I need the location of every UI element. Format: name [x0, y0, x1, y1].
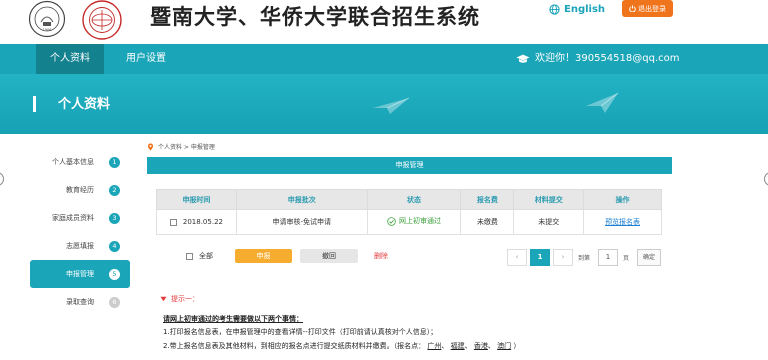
status-text: 网上初审通过: [399, 217, 441, 226]
graduation-cap-icon: [516, 54, 530, 63]
sidebar-item-label: 志愿填报: [66, 242, 94, 250]
current-page-button[interactable]: 1: [530, 249, 550, 266]
table-header-row: 申报时间 申报批次 状态 报名费 材料提交 操作: [156, 189, 662, 210]
column-header: 申报批次: [235, 189, 368, 210]
row-checkbox[interactable]: [169, 218, 177, 226]
step-number-badge: 3: [109, 213, 120, 224]
location-pin-icon: [147, 142, 154, 151]
step-number-badge: 5: [109, 269, 120, 280]
select-all-label: 全部: [199, 252, 213, 260]
select-all[interactable]: 全部: [186, 251, 213, 261]
breadcrumb: 个人资料 > 申报管理: [147, 142, 215, 151]
site-title: 暨南大学、华侨大学联合招生系统: [150, 5, 480, 29]
language-label: English: [564, 4, 606, 15]
column-header: 报名费: [460, 189, 515, 210]
right-edge-marker: [764, 172, 768, 186]
sidebar-item-label: 教育经历: [66, 186, 94, 194]
table-row: 2018.05.22 申请审核-免试申请 网上初审通过 未缴费 未提交 预览报名: [156, 209, 662, 235]
step-number-badge: 4: [109, 241, 120, 252]
goto-confirm-button[interactable]: 确定: [637, 249, 661, 266]
sidebar-item-label: 家庭成员资料: [52, 214, 94, 222]
cell-fee: 未缴费: [460, 209, 515, 235]
welcome-text: 欢迎你！390554518@qq.com: [535, 53, 680, 64]
sidebar-item-education[interactable]: 教育经历 2: [30, 176, 130, 204]
sidebar-item-basic-info[interactable]: 个人基本信息 1: [30, 148, 130, 176]
column-header: 材料提交: [513, 189, 585, 210]
tip-line-1: 1.打印报名信息表，在申报管理中的查看详情--打印文件（打印前请认真核对个人信息…: [163, 328, 438, 336]
select-all-checkbox[interactable]: [186, 252, 193, 260]
logout-button[interactable]: 退出登录: [622, 0, 673, 17]
sidebar-item-label: 申报管理: [66, 270, 94, 278]
apply-button[interactable]: 申报: [235, 249, 292, 263]
step-number-badge: 6: [109, 297, 120, 308]
main-nav: 个人资料 用户设置 欢迎你！390554518@qq.com: [0, 44, 768, 74]
tip-line-2: 2.带上报名信息表及其他材料，到相应的报名点进行提交纸质材料并缴费。（报名点： …: [163, 342, 521, 350]
sidebar-item-admission-query[interactable]: 录取查询 6: [30, 288, 130, 316]
header: 1906 暨南大学、华侨大学联合招生系统 English 退出登录: [0, 0, 768, 44]
sidebar-item-label: 录取查询: [66, 298, 94, 306]
cell-material: 未提交: [513, 209, 585, 235]
column-header: 操作: [583, 189, 662, 210]
cell-action: 预览报名表: [583, 209, 662, 235]
preview-form-link[interactable]: 预览报名表: [605, 218, 640, 226]
location-macau: 澳门: [497, 342, 512, 350]
tip-heading: 提示一：: [160, 294, 199, 304]
next-page-button[interactable]: ›: [553, 249, 573, 266]
paper-plane-icon: [373, 97, 410, 114]
delete-button[interactable]: 删除: [374, 251, 388, 261]
cell-status: 网上初审通过: [366, 209, 462, 235]
jinan-university-logo: 1906: [28, 0, 66, 38]
tip-title: 请网上初审通过的考生需要做以下两个事情：: [163, 315, 303, 323]
cell-date: 2018.05.22: [156, 209, 237, 235]
page-number-input[interactable]: 1: [598, 249, 618, 266]
tip-line-2-prefix: 2.带上报名信息表及其他材料，到相应的报名点进行提交纸质材料并缴费。（报名点：: [163, 342, 426, 350]
location-hongkong: 香港: [473, 342, 488, 350]
step-number-badge: 1: [109, 157, 120, 168]
svg-text:1906: 1906: [43, 28, 52, 32]
sidebar: 个人基本信息 1 教育经历 2 家庭成员资料 3 志愿填报 4 申报管理 5 录…: [30, 148, 130, 316]
triangle-down-icon: [160, 296, 167, 302]
cell-batch: 申请审核-免试申请: [235, 209, 368, 235]
column-header: 状态: [366, 189, 462, 210]
banner-accent-bar: [33, 96, 36, 112]
location-guangzhou: 广州: [427, 342, 442, 350]
page: 1906 暨南大学、华侨大学联合招生系统 English 退出登录 个人资料 用…: [0, 0, 768, 360]
left-edge-marker: [0, 172, 4, 186]
sidebar-item-label: 个人基本信息: [52, 158, 94, 166]
step-number-badge: 2: [109, 185, 120, 196]
power-icon: [629, 5, 636, 12]
globe-icon: [549, 4, 560, 15]
breadcrumb-text: 个人资料 > 申报管理: [158, 144, 215, 151]
column-header: 申报时间: [156, 189, 237, 210]
withdraw-button[interactable]: 撤回: [300, 249, 358, 263]
date-text: 2018.05.22: [182, 218, 223, 226]
sidebar-item-application-choice[interactable]: 志愿填报 4: [30, 232, 130, 260]
location-fujian: 福建: [450, 342, 465, 350]
tip-line-2-suffix: ）: [513, 342, 521, 350]
logout-label: 退出登录: [638, 4, 666, 13]
check-circle-icon: [387, 216, 396, 226]
page-suffix: 页: [623, 255, 630, 262]
status-badge: 网上初审通过: [387, 216, 441, 226]
banner-title: 个人资料: [58, 97, 111, 112]
language-switch[interactable]: English: [549, 4, 605, 15]
tab-user-settings[interactable]: 用户设置: [110, 44, 182, 74]
prev-page-button[interactable]: ‹: [507, 249, 527, 266]
welcome-message: 欢迎你！390554518@qq.com: [516, 44, 680, 74]
huaqiao-university-logo: [82, 0, 122, 40]
panel-title: 申报管理: [147, 157, 672, 174]
goto-prefix: 到第: [578, 255, 591, 262]
page-banner: 个人资料: [0, 74, 768, 134]
sidebar-item-application-management[interactable]: 申报管理 5: [30, 260, 130, 288]
paper-plane-icon: [586, 92, 619, 113]
application-table: 申报时间 申报批次 状态 报名费 材料提交 操作 2018.05.22 申请审核…: [156, 189, 662, 235]
sidebar-item-family[interactable]: 家庭成员资料 3: [30, 204, 130, 232]
tab-personal-info[interactable]: 个人资料: [36, 44, 104, 74]
tip-heading-text: 提示一：: [171, 295, 199, 303]
